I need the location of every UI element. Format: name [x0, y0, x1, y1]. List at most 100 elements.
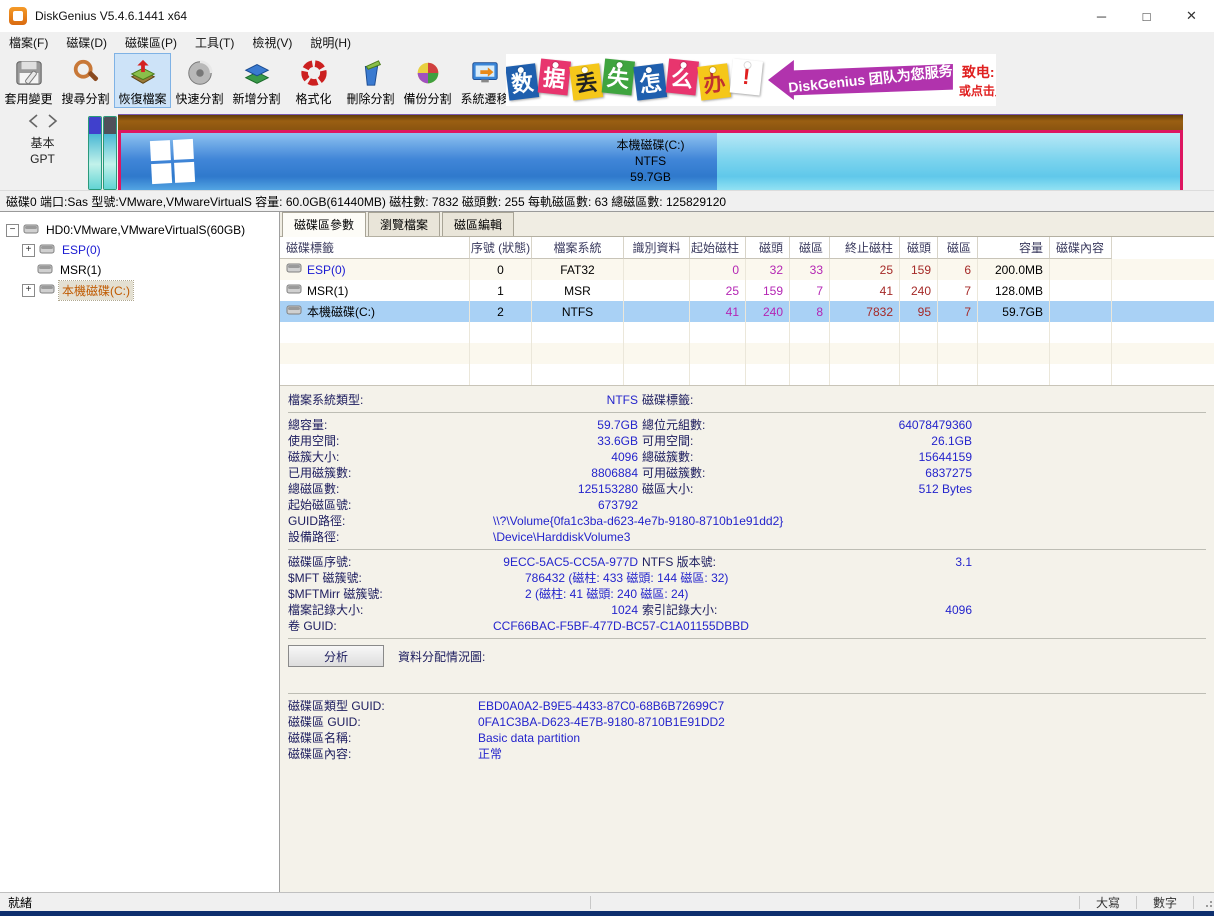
toolbar-button-delete-partition[interactable]: 刪除分割	[342, 53, 399, 108]
column-header-11[interactable]: 容量	[978, 237, 1050, 259]
close-button[interactable]: ✕	[1169, 0, 1214, 32]
banner-tile-8: !	[730, 59, 763, 96]
detail-row: 總磁區數:125153280磁區大小:512 Bytes	[288, 481, 1214, 497]
detail-value: 3.1	[842, 554, 972, 570]
table-cell: 159	[900, 259, 938, 280]
column-header-5[interactable]: 起始磁柱	[690, 237, 746, 259]
tab-2[interactable]: 瀏覽檔案	[368, 212, 440, 236]
allocation-map-area	[288, 671, 1214, 689]
analyze-button[interactable]: 分析	[288, 645, 384, 667]
pin-dot	[680, 62, 687, 69]
detail-label: 磁區大小:	[642, 481, 842, 497]
empty-cell	[690, 322, 746, 343]
toolbar-button-quick-partition[interactable]: 快速分割	[171, 53, 228, 108]
banner-tile-5: 怎	[633, 63, 667, 100]
detail-row: 已用磁簇數:8806884可用磁簇數:6837275	[288, 465, 1214, 481]
menu-item-6[interactable]: 說明(H)	[301, 32, 360, 53]
toolbar-button-recover-files[interactable]: 恢復檔案	[114, 53, 171, 108]
tab-3[interactable]: 磁區編輯	[442, 212, 514, 236]
tree-item-partition-1[interactable]: +ESP(0)	[0, 240, 279, 260]
table-row[interactable]: ESP(0)0FAT3203233251596200.0MB	[280, 259, 1214, 280]
pin-dot	[581, 67, 588, 74]
tree-item-label: HD0:VMware,VMwareVirtualS(60GB)	[43, 222, 248, 238]
partition-bar-c[interactable]: 本機磁碟(C:) NTFS 59.7GB	[118, 114, 1183, 190]
next-disk-icon[interactable]	[46, 114, 58, 131]
details-panel: 檔案系統類型:NTFS磁碟標籤: 總容量:59.7GB總位元組數:6407847…	[280, 385, 1214, 892]
column-header-10[interactable]: 磁區	[938, 237, 978, 259]
column-header-7[interactable]: 磁區	[790, 237, 830, 259]
detail-label: 卷 GUID:	[288, 618, 493, 634]
toolbar-button-format[interactable]: 格式化	[285, 53, 342, 108]
column-header-2[interactable]: 序號 (狀態)	[470, 237, 532, 259]
menu-item-3[interactable]: 磁碟區(P)	[116, 32, 186, 53]
column-header-1[interactable]: 磁碟標籤	[280, 237, 470, 259]
status-ready: 就緒	[0, 894, 588, 911]
empty-cell	[746, 343, 790, 364]
table-cell: 7	[938, 280, 978, 301]
maximize-button[interactable]: □	[1124, 0, 1169, 32]
table-cell	[1050, 301, 1112, 322]
column-header-4[interactable]: 識別資料	[624, 237, 690, 259]
disk-tree-panel: − HD0:VMware,VMwareVirtualS(60GB) +ESP(0)M…	[0, 212, 280, 892]
menu-item-2[interactable]: 磁碟(D)	[57, 32, 116, 53]
expand-box-icon[interactable]: +	[22, 244, 35, 257]
toolbar-button-backup-partition[interactable]: 備份分割	[399, 53, 456, 108]
banner-tile-7: 办	[697, 63, 731, 100]
menu-item-1[interactable]: 檔案(F)	[0, 32, 57, 53]
toolbar-button-search-partition[interactable]: 搜尋分割	[57, 53, 114, 108]
toolbar-button-system-migration[interactable]: 系統遷移	[456, 53, 513, 108]
column-header-8[interactable]: 終止磁柱	[830, 237, 900, 259]
detail-label: 索引記錄大小:	[642, 602, 842, 618]
tree-item-root[interactable]: − HD0:VMware,VMwareVirtualS(60GB)	[0, 220, 279, 240]
prev-disk-icon[interactable]	[28, 114, 40, 131]
detail-label: 總位元組數:	[642, 417, 842, 433]
toolbar-button-new-partition[interactable]: 新增分割	[228, 53, 285, 108]
minimize-button[interactable]: ─	[1079, 0, 1124, 32]
toolbar-button-label: 新增分割	[232, 90, 280, 107]
empty-cell	[938, 364, 978, 385]
minibar-msr[interactable]	[103, 116, 117, 190]
detail-value	[842, 392, 972, 408]
disk-overview: 基本 GPT 本機磁碟(C:) NTFS 59.7GB	[0, 108, 1214, 190]
table-cell: 1	[470, 280, 532, 301]
table-row[interactable]: 本機磁碟(C:)2NTFS412408783295759.7GB	[280, 301, 1214, 322]
collapse-box-icon[interactable]: −	[6, 224, 19, 237]
empty-cell	[790, 364, 830, 385]
detail-label: 起始磁區號:	[288, 497, 493, 513]
column-header-9[interactable]: 磁頭	[900, 237, 938, 259]
toolbar-button-label: 系統遷移	[460, 90, 508, 107]
menu-item-4[interactable]: 工具(T)	[186, 32, 243, 53]
banner-tile-6: 么	[666, 59, 699, 96]
tab-bar: 磁碟區參數瀏覽檔案磁區編輯	[280, 212, 1214, 237]
resize-grip[interactable]	[1200, 895, 1214, 909]
toolbar-button-apply-changes[interactable]: 套用變更	[0, 53, 57, 108]
tree-item-partition-2[interactable]: MSR(1)	[0, 260, 279, 280]
minibar-esp[interactable]	[88, 116, 102, 190]
table-row[interactable]: MSR(1)1MSR251597412407128.0MB	[280, 280, 1214, 301]
detail-value: \Device\HarddiskVolume3	[493, 529, 630, 545]
expand-box-icon[interactable]: +	[22, 284, 35, 297]
table-cell	[1050, 280, 1112, 301]
empty-cell	[532, 322, 624, 343]
title-bar: DiskGenius V5.4.6.1441 x64 ─ □ ✕	[0, 0, 1214, 32]
partition-icon	[39, 243, 55, 258]
format-icon	[299, 57, 329, 89]
table-cell: 7	[790, 280, 830, 301]
banner-phone[interactable]: 致电: 400-008-9958	[962, 62, 996, 82]
banner-qq-link[interactable]: 或点击此处选择QQ咨询	[959, 82, 996, 99]
promo-banner[interactable]: 数据丢失怎么办! DiskGenius 团队为您服务 致电: 400-008-9…	[506, 54, 996, 106]
column-header-3[interactable]: 檔案系統	[532, 237, 624, 259]
partition-table: 磁碟標籤序號 (狀態)檔案系統識別資料起始磁柱磁頭磁區終止磁柱磁頭磁區容量磁碟內…	[280, 237, 1214, 385]
column-header-6[interactable]: 磁頭	[746, 237, 790, 259]
empty-cell	[830, 343, 900, 364]
menu-item-5[interactable]: 檢視(V)	[243, 32, 301, 53]
empty-cell	[280, 322, 470, 343]
column-header-12[interactable]: 磁碟內容	[1050, 237, 1112, 259]
empty-cell	[1050, 364, 1112, 385]
tab-1[interactable]: 磁碟區參數	[282, 212, 366, 237]
detail-label: 磁簇大小:	[288, 449, 493, 465]
detail-label: GUID路徑:	[288, 513, 493, 529]
empty-cell	[900, 343, 938, 364]
status-caps: 大寫	[1082, 894, 1134, 911]
tree-item-partition-3[interactable]: +本機磁碟(C:)	[0, 280, 279, 300]
